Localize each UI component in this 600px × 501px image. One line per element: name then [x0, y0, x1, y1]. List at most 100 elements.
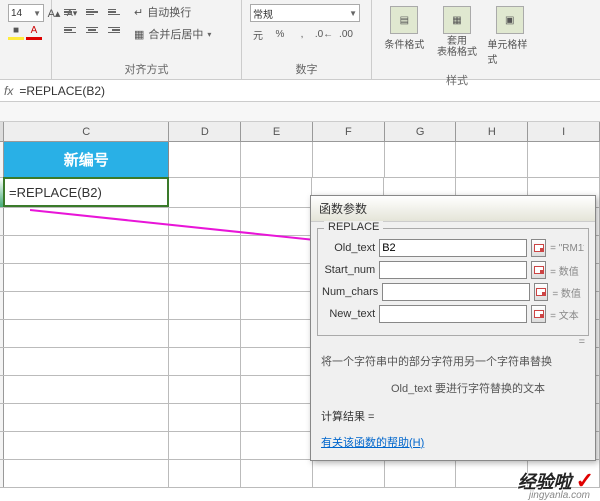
param-row-start-num: Start_num = 数值: [322, 261, 584, 279]
formula-input[interactable]: =REPLACE(B2): [19, 84, 596, 98]
percent-icon[interactable]: %: [272, 26, 288, 42]
cell[interactable]: [169, 320, 241, 347]
wrap-text-button[interactable]: ↵自动换行: [134, 4, 211, 20]
num-chars-input[interactable]: [382, 283, 530, 301]
cell[interactable]: [241, 208, 313, 235]
cell[interactable]: [241, 376, 313, 403]
align-top-icon[interactable]: [60, 4, 80, 20]
font-color-icon[interactable]: A: [26, 24, 42, 40]
col-header[interactable]: E: [241, 122, 313, 141]
formula-bar: fx =REPLACE(B2): [0, 80, 600, 102]
param-result: = 数值: [552, 285, 584, 300]
range-picker-button[interactable]: [534, 283, 548, 301]
range-picker-button[interactable]: [531, 261, 546, 279]
cell[interactable]: [241, 348, 313, 375]
cell[interactable]: [4, 320, 169, 347]
active-cell[interactable]: =REPLACE(B2): [3, 177, 169, 207]
comma-icon[interactable]: ,: [294, 26, 310, 42]
currency-icon[interactable]: 元: [250, 26, 266, 42]
cell[interactable]: [169, 376, 241, 403]
format-as-table-button[interactable]: ▦套用 表格格式: [433, 4, 482, 60]
cell[interactable]: [4, 460, 169, 487]
params-fieldset: REPLACE Old_text = "RM111 Start_num = 数值…: [317, 228, 589, 336]
cell[interactable]: [313, 460, 385, 487]
cell[interactable]: [528, 142, 600, 177]
cell[interactable]: [4, 264, 169, 291]
align-center-icon[interactable]: [82, 22, 102, 38]
cell[interactable]: [241, 178, 313, 207]
cell[interactable]: [241, 460, 313, 487]
cell[interactable]: [385, 142, 457, 177]
old-text-input[interactable]: [379, 239, 527, 257]
cell[interactable]: [169, 432, 241, 459]
wrap-text-label: 自动换行: [147, 4, 191, 20]
cell[interactable]: [169, 236, 241, 263]
fill-color-icon[interactable]: ■: [8, 24, 24, 40]
cell[interactable]: [169, 264, 241, 291]
font-size-select[interactable]: 14▼: [8, 4, 44, 22]
cell[interactable]: [241, 142, 313, 177]
table-row: [0, 460, 600, 488]
merge-icon: ▦: [134, 28, 144, 41]
function-name: REPLACE: [324, 221, 383, 233]
cell[interactable]: [241, 264, 313, 291]
number-format-select[interactable]: 常规▼: [250, 4, 360, 22]
param-label: Num_chars: [322, 286, 378, 298]
cell[interactable]: [169, 178, 241, 207]
align-left-icon[interactable]: [60, 22, 80, 38]
new-text-input[interactable]: [379, 305, 527, 323]
cell[interactable]: [4, 208, 169, 235]
number-group: 常规▼ 元 % , .0← .00 数字: [242, 0, 372, 79]
align-bottom-icon[interactable]: [104, 4, 124, 20]
column-headers: C D E F G H I: [0, 122, 600, 142]
col-header[interactable]: D: [169, 122, 241, 141]
cell[interactable]: [169, 404, 241, 431]
cell[interactable]: [4, 404, 169, 431]
cell[interactable]: [456, 142, 528, 177]
cell[interactable]: [4, 432, 169, 459]
result-label: 计算结果 =: [311, 402, 595, 430]
cell[interactable]: [241, 432, 313, 459]
cell[interactable]: [169, 348, 241, 375]
decrease-decimal-icon[interactable]: .00: [338, 26, 354, 42]
cell[interactable]: [4, 292, 169, 319]
col-header[interactable]: C: [4, 122, 169, 141]
font-group-fragment: 14▼ A▴ A▾ ■ A: [0, 0, 52, 79]
increase-decimal-icon[interactable]: .0←: [316, 26, 332, 42]
cell[interactable]: [241, 292, 313, 319]
formula-eq: =: [311, 336, 595, 348]
cell-styles-button[interactable]: ▣单元格样式: [485, 4, 534, 68]
align-right-icon[interactable]: [104, 22, 124, 38]
cell[interactable]: [313, 142, 385, 177]
conditional-format-button[interactable]: ▤条件格式: [380, 4, 429, 53]
range-picker-button[interactable]: [531, 305, 546, 323]
merge-center-button[interactable]: ▦合并后居中▾: [134, 26, 211, 42]
cell[interactable]: [385, 460, 457, 487]
help-link[interactable]: 有关该函数的帮助(H): [321, 437, 424, 449]
range-picker-icon: [536, 288, 546, 296]
cell[interactable]: [4, 236, 169, 263]
align-middle-icon[interactable]: [82, 4, 102, 20]
range-picker-icon: [534, 266, 544, 274]
cell[interactable]: [169, 460, 241, 487]
fx-icon[interactable]: fx: [4, 84, 13, 98]
cell[interactable]: [169, 208, 241, 235]
cell[interactable]: [4, 376, 169, 403]
param-label: New_text: [322, 308, 375, 320]
cell[interactable]: [241, 236, 313, 263]
table-row: 新编号: [0, 142, 600, 178]
col-header[interactable]: F: [313, 122, 385, 141]
table-header-cell[interactable]: 新编号: [4, 142, 169, 177]
cell[interactable]: [169, 292, 241, 319]
start-num-input[interactable]: [379, 261, 527, 279]
format-table-label: 套用 表格格式: [437, 36, 477, 58]
cell[interactable]: [4, 348, 169, 375]
col-header[interactable]: G: [385, 122, 457, 141]
cell[interactable]: [241, 404, 313, 431]
col-header[interactable]: I: [528, 122, 600, 141]
cell[interactable]: [241, 320, 313, 347]
cell[interactable]: [169, 142, 241, 177]
col-header[interactable]: H: [456, 122, 528, 141]
param-result: = 文本: [550, 307, 584, 322]
range-picker-button[interactable]: [531, 239, 546, 257]
